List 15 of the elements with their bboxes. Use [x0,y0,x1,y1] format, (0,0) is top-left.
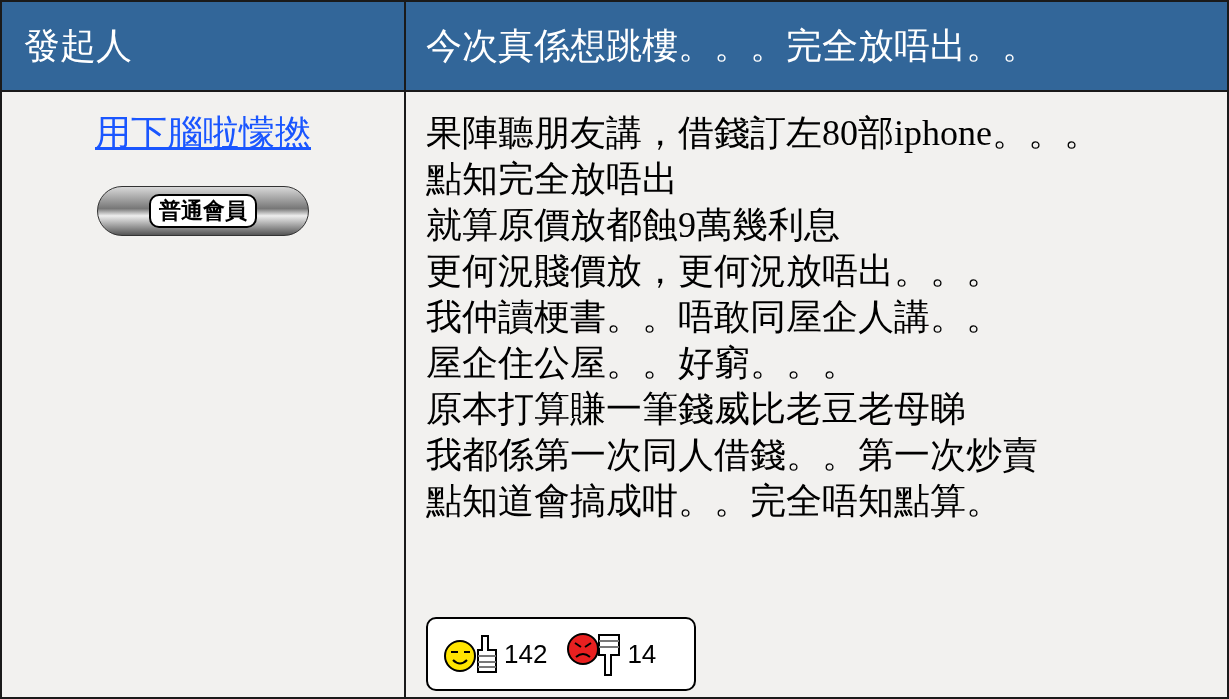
author-link[interactable]: 用下腦啦懞撚 [95,110,311,156]
post-line: 果陣聽朋友講，借錢訂左80部iphone。。。 [426,112,1100,155]
post-line: 點知道會搞成咁。。完全唔知點算。 [426,480,1002,523]
rank-badge: 普通會員 [97,186,309,236]
post-line: 我都係第一次同人借錢。。第一次炒賣 [426,434,1038,477]
post-line: 我仲讀梗書。。唔敢同屋企人講。。 [426,296,1002,339]
post-line: 更何況賤價放，更何況放唔出。。。 [426,250,1002,293]
rating-count: 142 [504,637,548,671]
post-line: 屋企住公屋。。好窮。。。 [426,342,858,385]
post-line: 點知完全放唔出 [426,158,678,201]
post-line: 就算原價放都蝕9萬幾利息 [426,204,840,247]
topic-title: 今次真係想跳樓。。。完全放唔出。。 [426,25,1038,68]
post-line: 原本打算賺一筆錢威比老豆老母睇 [426,388,966,431]
rating-count: 14 [627,637,657,671]
column-header: 發起人 [24,25,132,68]
